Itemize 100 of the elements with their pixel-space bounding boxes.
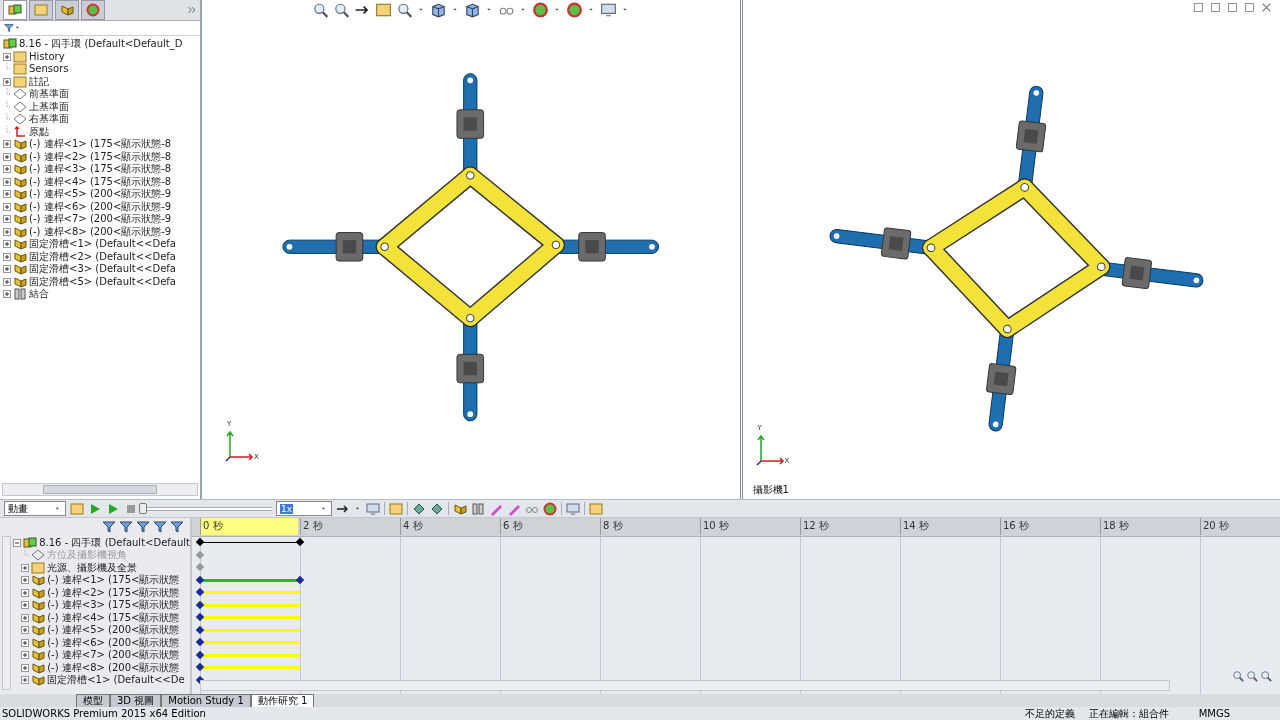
expand-icon[interactable] <box>3 290 11 299</box>
expand-icon[interactable] <box>21 663 30 672</box>
feature-tree-tab[interactable] <box>3 0 27 20</box>
minimize-icon[interactable] <box>1227 2 1238 13</box>
study-tab[interactable]: 動作研究 1 <box>250 694 315 707</box>
expand-icon[interactable] <box>21 613 30 622</box>
keyframe-icon[interactable] <box>295 538 305 547</box>
filter-icon[interactable] <box>170 520 184 535</box>
expand-icon[interactable] <box>3 202 11 211</box>
filter-icon[interactable] <box>4 23 14 33</box>
expand-icon[interactable] <box>3 52 11 61</box>
tree-item[interactable]: 上基準面 <box>29 100 69 113</box>
split-icon[interactable] <box>1210 2 1221 13</box>
expand-icon[interactable] <box>3 240 11 249</box>
collapse-icon[interactable] <box>13 538 22 547</box>
tree-item[interactable]: (-) 連桿<7> (200<顯示狀態-9 <box>29 213 172 226</box>
filter-icon[interactable] <box>102 520 116 535</box>
tree-item[interactable]: 8.16 - 四手環 (Default<Default_D <box>19 38 183 51</box>
filter-icon[interactable] <box>119 520 133 535</box>
tree-item[interactable]: 結合 <box>29 288 49 301</box>
expand-icon[interactable] <box>21 576 30 585</box>
expand-panel-icon[interactable] <box>187 5 197 15</box>
tree-item[interactable]: 固定滑槽<5> (Default<<Defa <box>29 275 176 288</box>
expand-icon[interactable] <box>21 626 30 635</box>
tree-item[interactable]: 前基準面 <box>29 88 69 101</box>
expand-icon[interactable] <box>21 651 30 660</box>
expand-icon[interactable] <box>21 601 30 610</box>
tree-item[interactable]: 固定滑槽<2> (Default<<Defa <box>29 250 176 263</box>
close-icon[interactable] <box>1261 2 1272 13</box>
zoom-area-icon[interactable] <box>333 2 350 18</box>
tree-item[interactable]: History <box>29 50 65 63</box>
tree-item[interactable]: (-) 連桿<3> (175<顯示狀態-8 <box>29 163 172 176</box>
study-tab[interactable]: 模型 <box>76 694 110 707</box>
expand-icon[interactable] <box>3 77 11 86</box>
time-ruler[interactable]: 0 秒 2 秒 4 秒 6 秒 8 秒 10 秒 12 秒 14 秒 16 秒 18 秒 20 秒 <box>192 518 1280 538</box>
tree-item[interactable]: (-) 連桿<8> (200<顯示狀態-9 <box>29 225 172 238</box>
zoom-in-icon[interactable] <box>1232 670 1244 682</box>
tree-item[interactable]: (-) 連桿<6> (200<顯示狀態 <box>47 636 180 649</box>
expand-icon[interactable] <box>21 563 30 572</box>
expand-icon[interactable] <box>3 252 11 261</box>
expand-icon[interactable] <box>3 227 11 236</box>
tree-item[interactable]: (-) 連桿<4> (175<顯示狀態 <box>47 611 180 624</box>
tree-item[interactable]: (-) 連桿<2> (175<顯示狀態-8 <box>29 150 172 163</box>
tree-item[interactable]: (-) 連桿<5> (200<顯示狀態-9 <box>29 188 172 201</box>
expand-icon[interactable] <box>3 265 11 274</box>
tree-item[interactable]: 固定滑槽<1> (Default<<Defa <box>29 238 176 251</box>
expand-icon[interactable] <box>3 140 11 149</box>
scrollbar[interactable] <box>2 483 198 497</box>
expand-icon[interactable] <box>3 277 11 286</box>
expand-icon[interactable] <box>3 165 11 174</box>
autokey-icon[interactable] <box>412 501 426 516</box>
slider-thumb[interactable] <box>139 503 147 515</box>
split-icon[interactable] <box>1193 2 1204 13</box>
play-from-start-icon[interactable] <box>88 501 102 516</box>
assembly-icon[interactable] <box>8 3 22 17</box>
tree-item[interactable]: (-) 連桿<2> (175<顯示狀態 <box>47 586 180 599</box>
tree-item[interactable]: (-) 連桿<8> (200<顯示狀態 <box>47 661 180 674</box>
filter-icon[interactable] <box>136 520 150 535</box>
zoom-to-fit-icon[interactable] <box>312 2 329 18</box>
expand-icon[interactable] <box>3 177 11 186</box>
tree-item[interactable]: Sensors <box>29 63 69 76</box>
display-style-icon[interactable] <box>464 2 481 18</box>
tree-item[interactable]: (-) 連桿<1> (175<顯示狀態 <box>47 574 180 587</box>
study-tab[interactable]: Motion Study 1 <box>161 694 251 707</box>
expand-icon[interactable] <box>21 676 30 685</box>
expand-icon[interactable] <box>3 152 11 161</box>
tree-item[interactable]: (-) 連桿<3> (175<顯示狀態 <box>47 599 180 612</box>
study-tab[interactable]: 3D 視圖 <box>110 694 162 707</box>
expand-icon[interactable] <box>3 190 11 199</box>
tree-item[interactable]: (-) 連桿<1> (175<顯示狀態-8 <box>29 138 172 151</box>
speed-dropdown[interactable]: 1x <box>276 501 332 517</box>
add-key-icon[interactable] <box>430 501 444 516</box>
keyframe-icon[interactable] <box>195 538 205 547</box>
tree-item[interactable]: (-) 連桿<5> (200<顯示狀態 <box>47 624 180 637</box>
scrollbar[interactable] <box>2 536 12 690</box>
view-orientation-icon[interactable] <box>430 2 447 18</box>
filter-icon[interactable] <box>153 520 167 535</box>
tree-item[interactable]: 固定滑槽<3> (Default<<Defa <box>29 263 176 276</box>
display-tab[interactable] <box>81 0 105 20</box>
zoom-fit-icon[interactable] <box>1260 670 1272 682</box>
appearance-icon[interactable] <box>532 2 549 18</box>
tree-item[interactable]: 右基準面 <box>29 113 69 126</box>
tree-item[interactable]: 光源、攝影機及全景 <box>47 561 138 574</box>
tree-item[interactable]: 原點 <box>29 125 49 138</box>
expand-icon[interactable] <box>21 588 30 597</box>
scrollbar[interactable] <box>200 680 1170 691</box>
configuration-tab[interactable] <box>55 0 79 20</box>
tree-item[interactable]: (-) 連桿<6> (200<顯示狀態-9 <box>29 200 172 213</box>
tree-item[interactable]: 8.16 - 四手環 (Default<Default <box>39 536 190 549</box>
keyframe-icon[interactable] <box>295 575 305 584</box>
display-settings-icon[interactable] <box>600 2 617 18</box>
zoom-out-icon[interactable] <box>1246 670 1258 682</box>
tree-item[interactable]: 註記 <box>29 75 49 88</box>
expand-icon[interactable] <box>21 638 30 647</box>
tree-item[interactable]: (-) 連桿<7> (200<顯示狀態 <box>47 649 180 662</box>
tree-item[interactable]: 固定滑槽<1> (Default<<De <box>47 674 185 687</box>
tree-item[interactable]: (-) 連桿<4> (175<顯示狀態-8 <box>29 175 172 188</box>
expand-icon[interactable] <box>3 215 11 224</box>
scene-icon[interactable] <box>566 2 583 18</box>
units-dropdown[interactable]: MMGS <box>1198 708 1230 719</box>
